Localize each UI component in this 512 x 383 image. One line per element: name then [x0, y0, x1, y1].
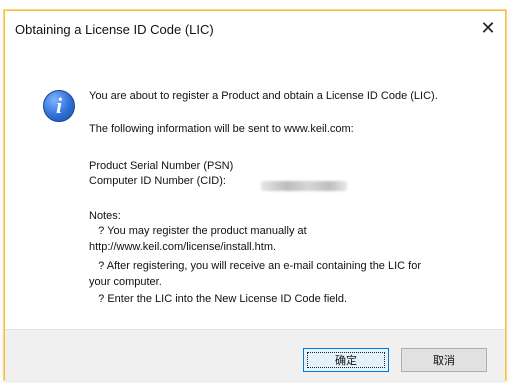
note-3: ? Enter the LIC into the New License ID … [89, 293, 348, 305]
cid-value-redacted [261, 181, 347, 191]
button-bar: 确定 取消 [5, 329, 505, 382]
screen: Obtaining a License ID Code (LIC) ✕ i Yo… [0, 0, 512, 383]
note-2-line-2: your computer. [89, 276, 162, 288]
register-message: You are about to register a Product and … [89, 90, 438, 102]
dialog-content: i You are about to register a Product an… [5, 47, 505, 319]
note-1-line-1: ? You may register the product manually … [89, 225, 307, 237]
note-1-line-2: http://www.keil.com/license/install.htm. [89, 241, 277, 253]
license-dialog: Obtaining a License ID Code (LIC) ✕ i Yo… [4, 10, 506, 382]
title-bar: Obtaining a License ID Code (LIC) ✕ [5, 11, 505, 47]
note-2-line-1: ? After registering, you will receive an… [89, 260, 421, 272]
close-icon[interactable]: ✕ [473, 13, 503, 43]
send-info-message: The following information will be sent t… [89, 123, 354, 135]
info-icon: i [43, 90, 75, 122]
cancel-button[interactable]: 取消 [401, 348, 487, 372]
ok-button[interactable]: 确定 [303, 348, 389, 372]
cid-label: Computer ID Number (CID): [89, 175, 226, 187]
dialog-title: Obtaining a License ID Code (LIC) [15, 22, 214, 37]
psn-label: Product Serial Number (PSN) [89, 160, 234, 172]
notes-heading: Notes: [89, 210, 121, 222]
